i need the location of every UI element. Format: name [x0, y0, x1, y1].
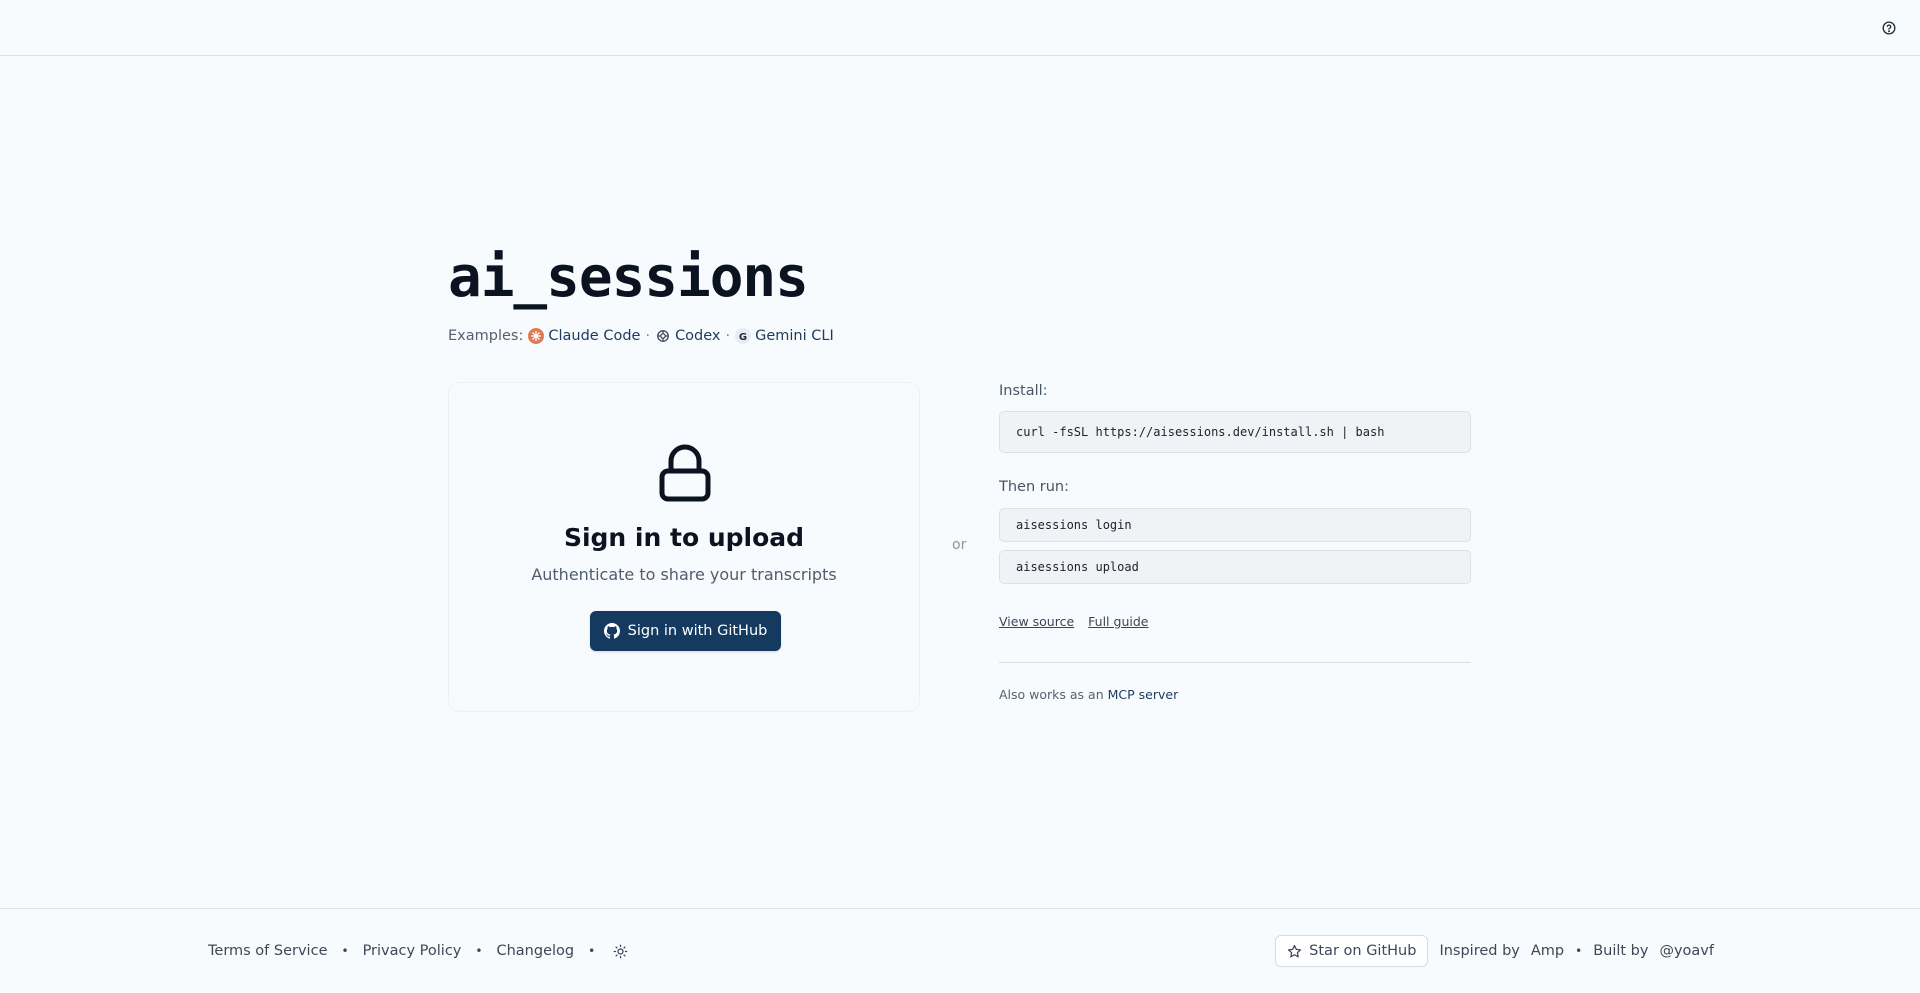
examples-label: Examples: — [448, 328, 524, 344]
github-icon — [603, 623, 620, 639]
footer-right: Star on GitHub Inspired by Amp • Built b… — [1275, 935, 1714, 967]
install-label: Install: — [999, 383, 1048, 399]
example-link-codex[interactable]: Codex — [655, 328, 721, 344]
svg-text:G: G — [739, 332, 747, 343]
signin-subtitle: Authenticate to share your transcripts — [531, 565, 837, 584]
then-run-label: Then run: — [999, 479, 1069, 495]
signin-card: Sign in to upload Authenticate to share … — [448, 382, 920, 712]
install-panel: Install: curl -fsSL https://aisessions.d… — [999, 383, 1471, 702]
footer: Terms of Service • Privacy Policy • Chan… — [0, 908, 1920, 993]
amp-link[interactable]: Amp — [1531, 943, 1564, 959]
signin-github-button[interactable]: Sign in with GitHub — [590, 611, 781, 651]
changelog-link[interactable]: Changelog — [496, 943, 574, 959]
top-bar — [0, 0, 1920, 56]
claude-icon — [528, 328, 545, 344]
built-by-label: Built by — [1593, 943, 1649, 959]
terms-link[interactable]: Terms of Service — [208, 943, 327, 959]
theme-toggle-button[interactable] — [613, 944, 628, 959]
star-icon — [1288, 944, 1302, 957]
inspired-label: Inspired by — [1439, 943, 1520, 959]
footer-bullet: • — [341, 944, 349, 958]
footer-left: Terms of Service • Privacy Policy • Chan… — [208, 943, 628, 959]
signin-button-label: Sign in with GitHub — [627, 623, 768, 639]
lock-icon — [657, 443, 713, 503]
login-command[interactable]: aisessions login — [999, 508, 1471, 542]
main-content: ai_sessions Examples: Claude Code · Code… — [448, 245, 1472, 712]
codex-icon — [655, 328, 671, 344]
run-commands: aisessions login aisessions upload — [999, 508, 1471, 584]
install-command[interactable]: curl -fsSL https://aisessions.dev/instal… — [999, 411, 1471, 453]
mcp-note: Also works as an MCP server — [999, 687, 1179, 702]
footer-bullet: • — [475, 944, 483, 958]
page-title: ai_sessions — [448, 245, 809, 310]
mcp-server-link[interactable]: MCP server — [1108, 687, 1179, 702]
upload-command[interactable]: aisessions upload — [999, 550, 1471, 584]
example-link-claude-code[interactable]: Claude Code — [528, 328, 640, 344]
full-guide-link[interactable]: Full guide — [1088, 614, 1148, 629]
help-button[interactable] — [1878, 17, 1900, 39]
help-icon — [1882, 21, 1896, 35]
gemini-icon: G — [735, 328, 752, 344]
example-link-gemini-cli[interactable]: G Gemini CLI — [735, 328, 834, 344]
sun-icon — [613, 944, 628, 958]
signin-title: Sign in to upload — [563, 523, 805, 552]
install-links: View source Full guide — [999, 614, 1471, 629]
section-divider — [999, 662, 1471, 663]
author-link[interactable]: @yoavf — [1659, 943, 1714, 959]
examples-row: Examples: Claude Code · Codex · G Gemini… — [448, 326, 1472, 346]
examples-separator: · — [725, 328, 731, 344]
star-on-github-button[interactable]: Star on GitHub — [1275, 935, 1429, 967]
privacy-link[interactable]: Privacy Policy — [363, 943, 462, 959]
examples-separator: · — [645, 328, 651, 344]
or-divider-label: or — [952, 537, 967, 553]
footer-bullet: • — [588, 944, 596, 958]
footer-bullet: • — [1575, 944, 1583, 958]
view-source-link[interactable]: View source — [999, 614, 1074, 629]
